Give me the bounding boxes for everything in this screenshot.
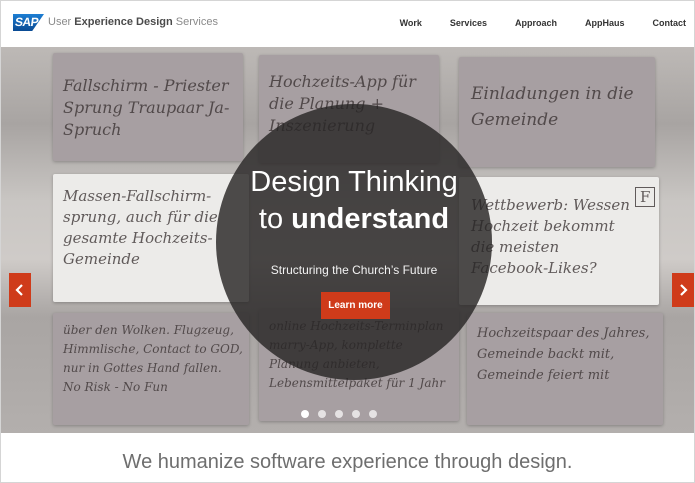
site-brand[interactable]: User Experience Design Services	[48, 16, 218, 28]
logo-text: SAP	[14, 15, 40, 29]
carousel-prev-button[interactable]	[9, 273, 31, 307]
carousel-dot-1[interactable]	[301, 410, 309, 418]
note-badge: F	[635, 187, 656, 207]
site-header: SAP User Experience Design Services Work…	[1, 1, 694, 47]
nav-services[interactable]: Services	[450, 18, 487, 28]
hero-title-prefix: to	[258, 203, 292, 235]
note-text: Wettbewerb: Wessen Hochzeit bekommt die …	[471, 196, 630, 277]
nav-contact[interactable]: Contact	[653, 18, 687, 28]
carousel-next-button[interactable]	[672, 273, 694, 307]
sticky-note: über den Wolken. Flugzeug, Himmlische, C…	[53, 313, 249, 425]
brand-suffix: Services	[172, 16, 218, 28]
hero-title-bold: understand	[291, 203, 450, 235]
nav-work[interactable]: Work	[400, 18, 422, 28]
note-text: über den Wolken. Flugzeug, Himmlische, C…	[63, 323, 243, 394]
carousel-dots	[301, 410, 377, 418]
page-frame: SAP User Experience Design Services Work…	[0, 0, 695, 483]
hero-circle-overlay	[216, 104, 492, 380]
hero-subtitle: Structuring the Church’s Future	[270, 263, 438, 277]
tagline: We humanize software experience through …	[122, 451, 573, 473]
hero-carousel: Fallschirm - Priester Sprung Traupaar Ja…	[1, 47, 694, 433]
chevron-left-icon	[15, 284, 23, 296]
nav-approach[interactable]: Approach	[515, 18, 557, 28]
sticky-note: Fallschirm - Priester Sprung Traupaar Ja…	[53, 53, 243, 161]
sticky-note: Einladungen in die Gemeinde	[459, 57, 655, 167]
note-text: Hochzeitspaar des Jahres, Gemeinde backt…	[477, 326, 650, 383]
nav-apphaus[interactable]: AppHaus	[585, 18, 625, 28]
carousel-dot-4[interactable]	[352, 410, 360, 418]
sticky-note: Hochzeitspaar des Jahres, Gemeinde backt…	[467, 313, 663, 425]
note-text: Fallschirm - Priester Sprung Traupaar Ja…	[63, 76, 230, 139]
hero-title-line2: to understand	[216, 201, 492, 237]
sap-logo[interactable]: SAP	[13, 14, 44, 31]
main-nav: Work Services Approach AppHaus Contact	[372, 18, 686, 28]
hero-title: Design Thinking	[250, 166, 458, 198]
brand-prefix: User	[48, 16, 75, 28]
carousel-dot-5[interactable]	[369, 410, 377, 418]
brand-bold: Experience Design	[74, 16, 173, 28]
carousel-dot-2[interactable]	[318, 410, 326, 418]
note-text: Einladungen in die Gemeinde	[471, 84, 634, 130]
chevron-right-icon	[680, 284, 688, 296]
learn-more-button[interactable]: Learn more	[321, 292, 390, 319]
carousel-dot-3[interactable]	[335, 410, 343, 418]
